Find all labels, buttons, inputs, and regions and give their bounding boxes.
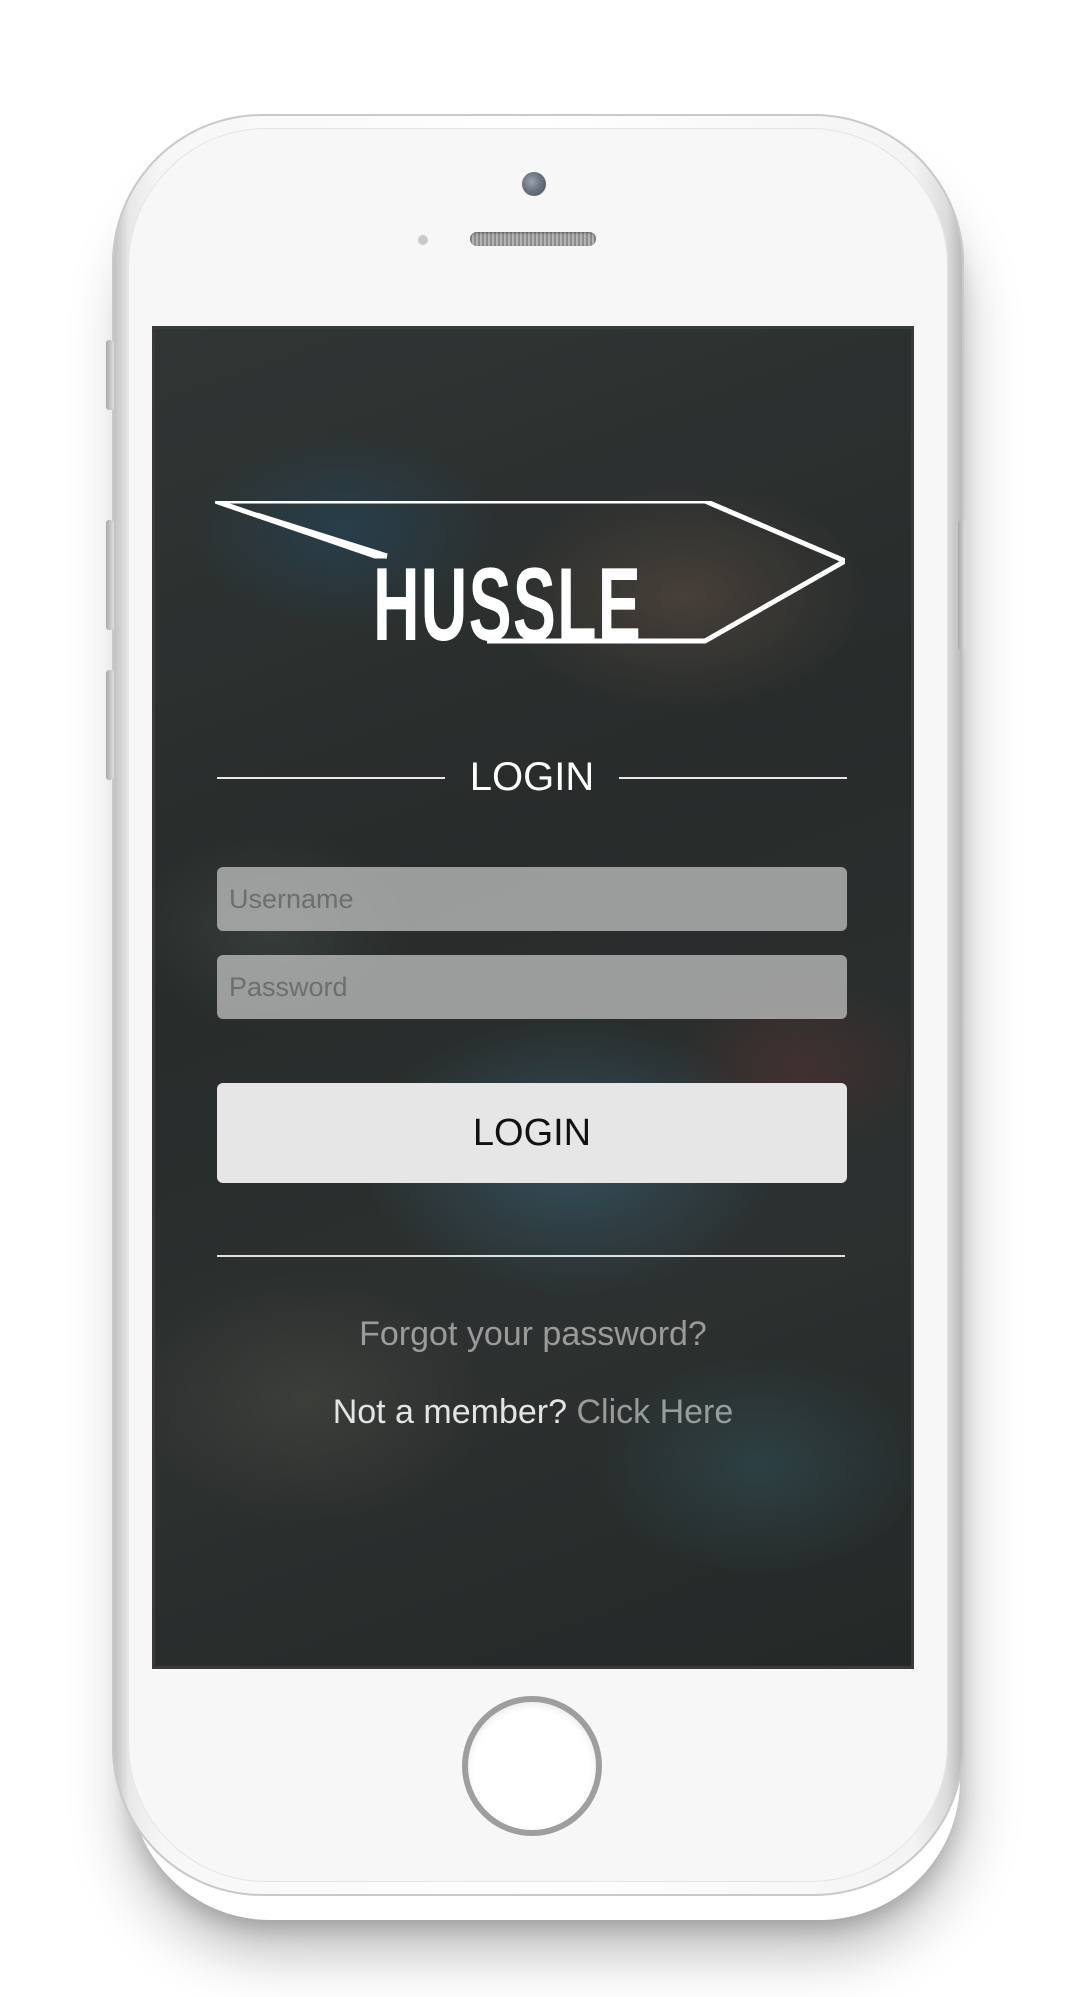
- username-input[interactable]: [217, 867, 847, 931]
- home-button[interactable]: [462, 1696, 602, 1836]
- login-button[interactable]: LOGIN: [217, 1083, 847, 1183]
- volume-down-button: [106, 670, 114, 780]
- volume-up-button: [106, 520, 114, 630]
- signup-prompt: Not a member? Click Here: [155, 1393, 911, 1432]
- signup-link[interactable]: Click Here: [576, 1393, 733, 1431]
- stage: HUSSLE LOGIN LOGIN Forgot your password?…: [0, 0, 1090, 1997]
- brand-logo-text: HUSSLE: [373, 547, 642, 663]
- section-divider: [217, 1255, 845, 1257]
- forgot-password-link[interactable]: Forgot your password?: [155, 1315, 911, 1354]
- phone-screen: HUSSLE LOGIN LOGIN Forgot your password?…: [152, 326, 914, 1669]
- not-member-text: Not a member?: [332, 1393, 568, 1431]
- front-camera-icon: [522, 172, 546, 196]
- power-button: [958, 520, 966, 650]
- earpiece-speaker: [470, 232, 596, 246]
- proximity-sensor: [418, 235, 428, 245]
- password-input[interactable]: [217, 955, 847, 1019]
- mute-switch: [106, 340, 114, 410]
- login-heading-row: LOGIN: [217, 749, 847, 805]
- heading-divider-right: [619, 777, 847, 779]
- login-screen: HUSSLE LOGIN LOGIN Forgot your password?…: [155, 329, 911, 1666]
